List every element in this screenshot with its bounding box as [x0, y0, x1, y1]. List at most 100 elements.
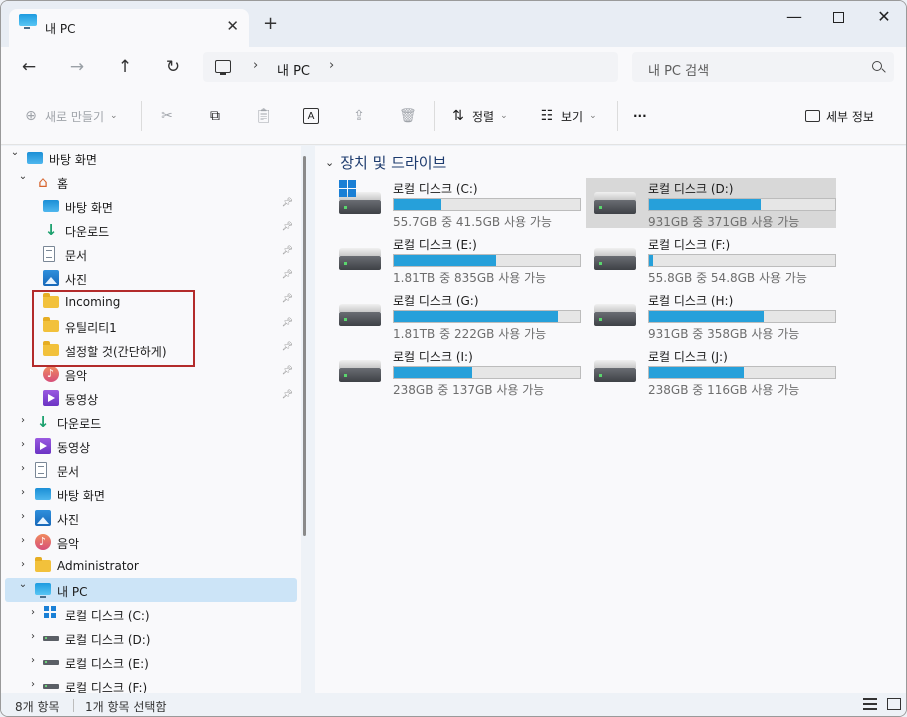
maximize-button[interactable] — [815, 5, 861, 29]
pin-icon[interactable]: 📌︎ — [282, 246, 293, 256]
chevron-right-icon[interactable]: › — [17, 439, 29, 450]
breadcrumb-current[interactable]: 내 PC — [277, 60, 310, 79]
back-button[interactable]: ← — [15, 53, 43, 81]
drive-tile[interactable]: 로컬 디스크 (C:) 55.7GB 중 41.5GB 사용 가능 — [331, 178, 581, 229]
minimize-button[interactable]: — — [771, 5, 817, 29]
drive-free-space: 931GB 중 371GB 사용 가능 — [648, 215, 800, 229]
section-header-devices[interactable]: ⌄ 장치 및 드라이브 — [325, 152, 446, 173]
paste-button[interactable]: 📋︎ — [255, 105, 273, 127]
sidebar-item-label: 문서 — [65, 249, 88, 263]
pin-icon[interactable]: 📌︎ — [282, 366, 293, 376]
sidebar-item[interactable]: › 문서 — [5, 458, 297, 482]
drive-icon — [43, 684, 59, 689]
chevron-down-icon[interactable]: ⌄ — [9, 147, 21, 158]
chevron-down-icon[interactable]: ⌄ — [17, 171, 29, 182]
chevron-right-icon[interactable]: › — [17, 511, 29, 522]
sidebar-item[interactable]: › 바탕 화면 — [5, 482, 297, 506]
delete-button[interactable]: 🗑︎ — [399, 105, 417, 127]
chevron-right-icon[interactable]: › — [17, 415, 29, 426]
new-tab-button[interactable]: + — [263, 13, 278, 34]
drive-tile[interactable]: 로컬 디스크 (I:) 238GB 중 137GB 사용 가능 — [331, 346, 581, 397]
drive-name: 로컬 디스크 (E:) — [393, 238, 477, 252]
computer-icon — [215, 60, 231, 75]
sidebar-item[interactable]: ⌄ 내 PC — [5, 578, 297, 602]
tab-close-button[interactable]: ✕ — [226, 17, 239, 35]
sidebar-item[interactable]: 바탕 화면 📌︎ — [5, 194, 297, 218]
chevron-down-icon[interactable]: ⌄ — [17, 579, 29, 590]
sidebar-item-label: 로컬 디스크 (F:) — [65, 681, 148, 693]
forward-button[interactable]: → — [63, 53, 91, 81]
windows-logo-tile — [339, 180, 347, 188]
drive-tile[interactable]: 로컬 디스크 (D:) 931GB 중 371GB 사용 가능 — [586, 178, 836, 229]
sidebar-item[interactable]: › 로컬 디스크 (D:) — [5, 626, 297, 650]
view-button[interactable]: ☷ 보기 ⌄ — [539, 105, 597, 127]
drive-tile[interactable]: 로컬 디스크 (F:) 55.8GB 중 54.8GB 사용 가능 — [586, 234, 836, 285]
chevron-down-icon: ⌄ — [500, 111, 508, 121]
up-button[interactable]: ↑ — [111, 53, 139, 81]
windows-logo-tile — [348, 180, 356, 188]
pin-icon[interactable]: 📌︎ — [282, 318, 293, 328]
cut-button[interactable]: ✂ — [159, 105, 175, 127]
pin-icon[interactable]: 📌︎ — [282, 390, 293, 400]
sidebar-item[interactable]: › ↓ 다운로드 — [5, 410, 297, 434]
sort-button[interactable]: ⇅ 정렬 ⌄ — [450, 105, 508, 127]
drive-tile[interactable]: 로컬 디스크 (G:) 1.81TB 중 222GB 사용 가능 — [331, 290, 581, 341]
close-button[interactable]: ✕ — [861, 5, 906, 29]
sidebar-item[interactable]: 사진 📌︎ — [5, 266, 297, 290]
details-pane-button[interactable]: 세부 정보 — [805, 105, 874, 127]
sidebar-item[interactable]: 문서 📌︎ — [5, 242, 297, 266]
tab-my-pc[interactable]: 내 PC ✕ — [9, 9, 249, 47]
home-icon: ⌂ — [38, 173, 48, 191]
details-pane-icon — [805, 110, 820, 122]
view-icon: ☷ — [540, 108, 554, 124]
sidebar-item[interactable]: ⌄ 바탕 화면 — [5, 146, 297, 170]
sidebar-item[interactable]: › Administrator — [5, 554, 297, 578]
sidebar-item[interactable]: ↓ 다운로드 📌︎ — [5, 218, 297, 242]
chevron-right-icon[interactable]: › — [27, 607, 39, 618]
sidebar-item[interactable]: › 음악 — [5, 530, 297, 554]
new-button[interactable]: ⊕ 새로 만들기 ⌄ — [23, 105, 118, 127]
navigation-scrollbar[interactable] — [303, 156, 306, 536]
chevron-right-icon[interactable]: › — [17, 559, 29, 570]
chevron-right-icon[interactable]: › — [17, 487, 29, 498]
rename-button[interactable]: A — [303, 105, 319, 127]
pin-icon[interactable]: 📌︎ — [282, 294, 293, 304]
sidebar-item[interactable]: 동영상 📌︎ — [5, 386, 297, 410]
chevron-right-icon[interactable]: › — [17, 463, 29, 474]
share-button[interactable]: ⇪ — [351, 105, 367, 127]
chevron-down-icon: ⌄ — [110, 111, 118, 121]
drive-tile[interactable]: 로컬 디스크 (J:) 238GB 중 116GB 사용 가능 — [586, 346, 836, 397]
pin-icon[interactable]: 📌︎ — [282, 270, 293, 280]
sidebar-item[interactable]: › 로컬 디스크 (C:) — [5, 602, 297, 626]
chevron-right-icon[interactable]: › — [27, 679, 39, 690]
more-button[interactable]: ··· — [633, 105, 647, 127]
sidebar-item-label: 사진 — [57, 513, 80, 527]
address-bar[interactable]: › 내 PC › — [203, 52, 618, 82]
chevron-right-icon[interactable]: › — [27, 631, 39, 642]
sidebar-item[interactable]: ⌄ ⌂ 홈 — [5, 170, 297, 194]
sidebar-item[interactable]: › 로컬 디스크 (F:) — [5, 674, 297, 693]
drive-tile[interactable]: 로컬 디스크 (H:) 931GB 중 358GB 사용 가능 — [586, 290, 836, 341]
details-view-button[interactable] — [863, 698, 877, 710]
refresh-button[interactable]: ↻ — [159, 53, 187, 81]
drive-tile[interactable]: 로컬 디스크 (E:) 1.81TB 중 835GB 사용 가능 — [331, 234, 581, 285]
tiles-view-button[interactable] — [887, 698, 901, 710]
sidebar-item-label: 바탕 화면 — [57, 489, 105, 503]
drive-icon — [43, 636, 59, 641]
explorer-window: 내 PC ✕ + — ✕ ← → ↑ ↻ › 내 PC › 내 PC 검색 ⊕ … — [0, 0, 907, 717]
breadcrumb-expand[interactable]: › — [329, 58, 334, 73]
sidebar-item[interactable]: › 사진 — [5, 506, 297, 530]
pin-icon[interactable]: 📌︎ — [282, 222, 293, 232]
search-input[interactable]: 내 PC 검색 — [632, 52, 894, 82]
chevron-right-icon[interactable]: › — [17, 535, 29, 546]
pin-icon[interactable]: 📌︎ — [282, 342, 293, 352]
command-bar: ⊕ 새로 만들기 ⌄ ✂ ⧉ 📋︎ A ⇪ 🗑︎ ⇅ 정렬 ⌄ ☷ 보기 ⌄ ·… — [1, 87, 906, 145]
sidebar-item[interactable]: › 동영상 — [5, 434, 297, 458]
sidebar-item[interactable]: › 로컬 디스크 (E:) — [5, 650, 297, 674]
drive-usage-bar — [648, 310, 836, 323]
copy-button[interactable]: ⧉ — [207, 105, 223, 127]
pin-icon[interactable]: 📌︎ — [282, 198, 293, 208]
drive-usage-fill — [394, 311, 558, 322]
breadcrumb-separator[interactable]: › — [253, 58, 258, 73]
chevron-right-icon[interactable]: › — [27, 655, 39, 666]
